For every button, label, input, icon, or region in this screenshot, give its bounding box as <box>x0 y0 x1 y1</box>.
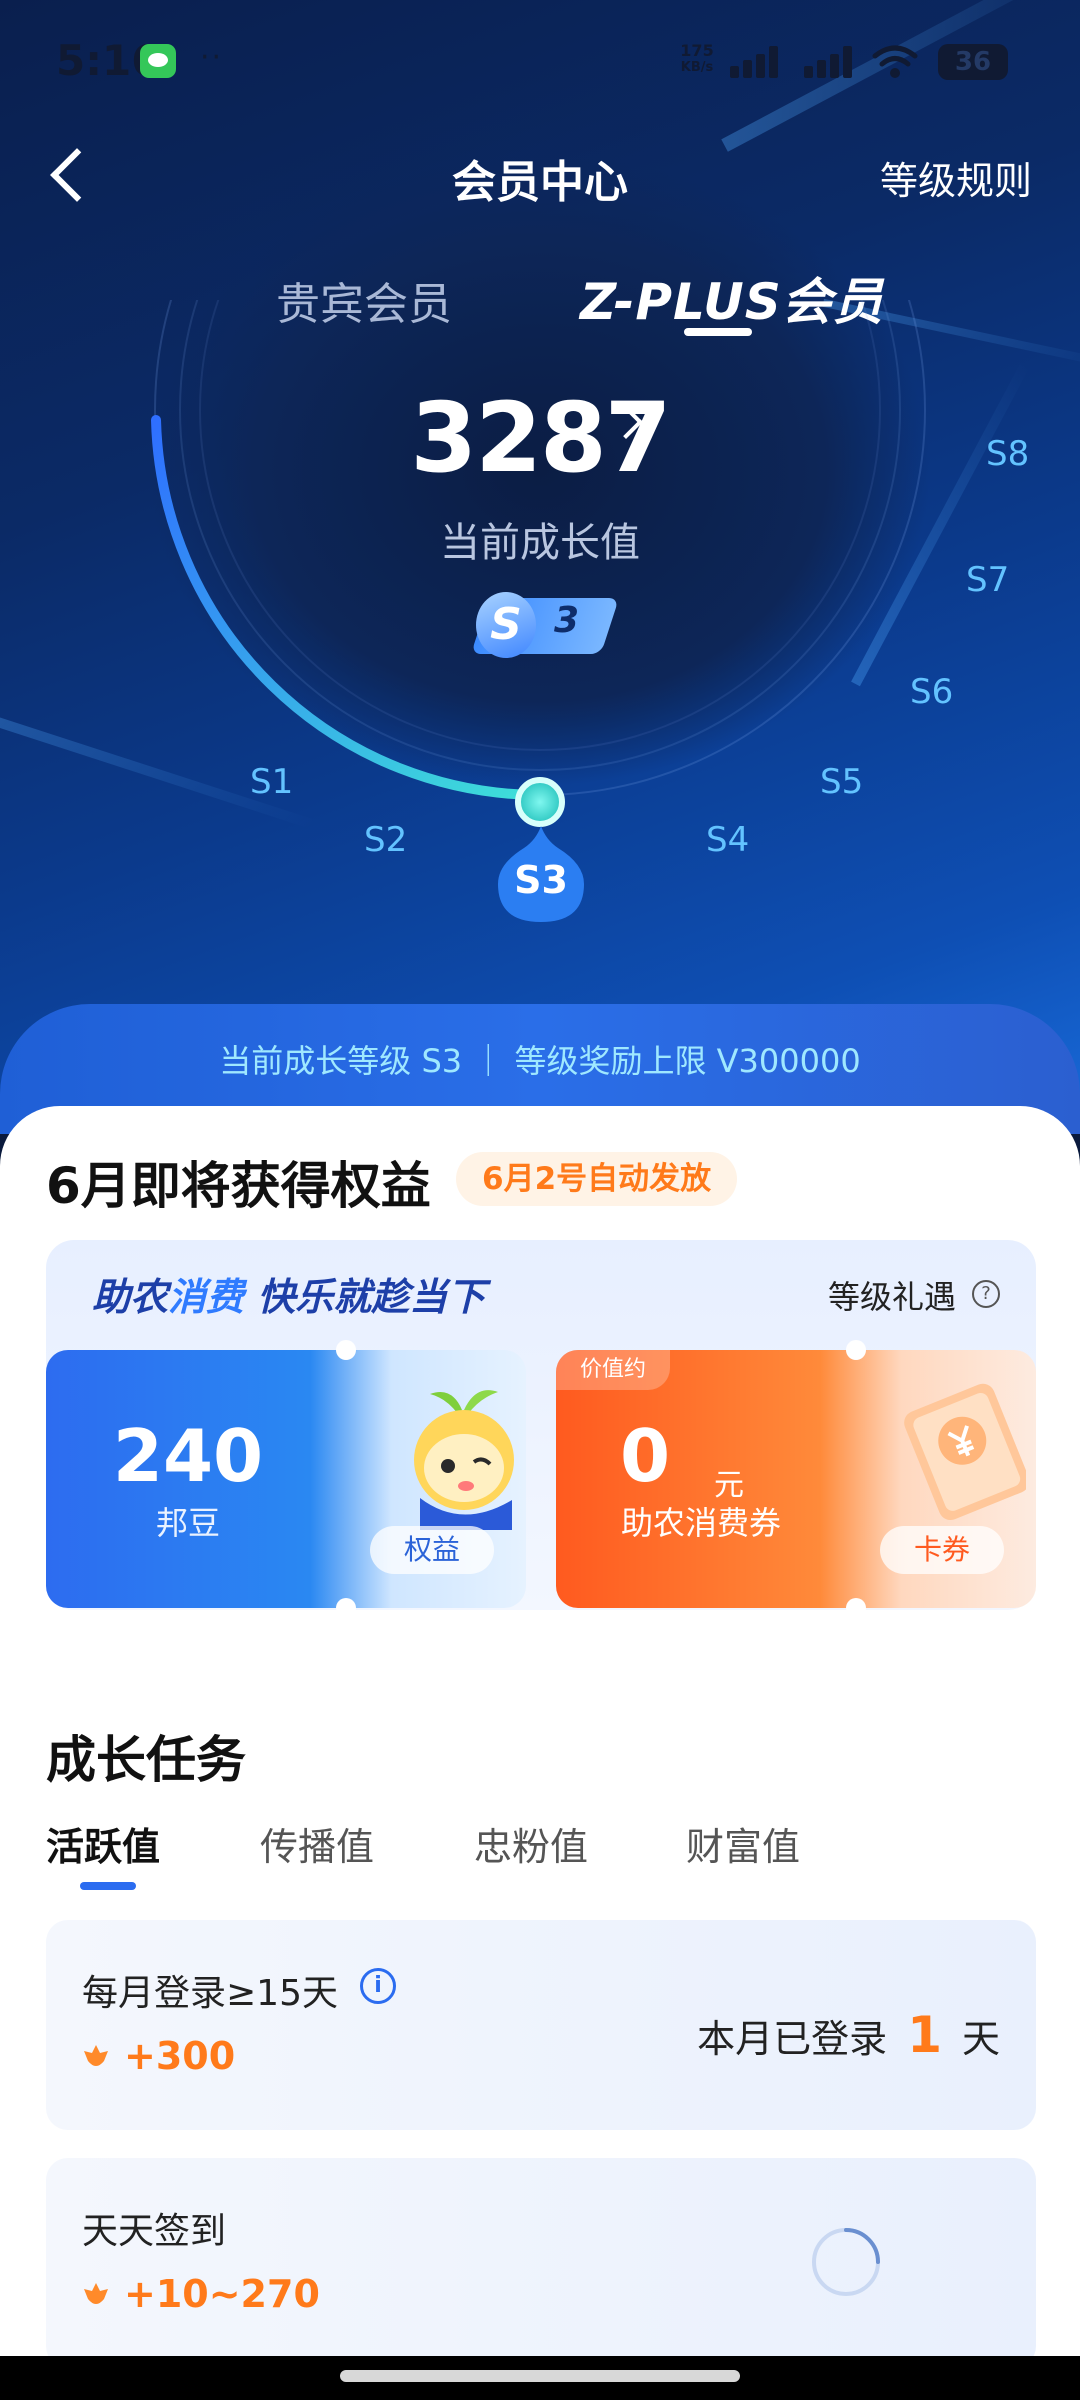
network-speed: 175 KB/s <box>672 42 722 76</box>
beans-value: 240 <box>112 1414 264 1498</box>
task-tab-indicator <box>80 1882 136 1890</box>
slogan-part1: 助农 <box>92 1275 169 1319</box>
level-tick-s8: S8 <box>986 434 1030 474</box>
card-notch <box>846 1598 866 1618</box>
level-rules-link[interactable]: 等级规则 <box>880 150 1032 205</box>
card-notch <box>846 1340 866 1360</box>
growth-tasks-title: 成长任务 <box>46 1731 246 1789</box>
loading-spinner-icon <box>812 2228 880 2296</box>
card-notch <box>336 1598 356 1618</box>
level-tick-s7: S7 <box>966 560 1010 600</box>
status-more-dots: ·· <box>200 40 224 75</box>
task-name: 每月登录≥15天 <box>82 1973 338 2014</box>
gauge-current-dot <box>515 777 565 827</box>
info-circle-icon[interactable]: i <box>360 1968 396 2004</box>
login-status: 本月已登录 1 天 <box>697 2006 1000 2064</box>
card-notch <box>336 1340 356 1360</box>
top-nav: 会员中心 等级规则 <box>0 130 1080 220</box>
level-info-text: 当前成长等级 S3 ｜ 等级奖励上限 V300000 <box>219 1042 861 1080</box>
wifi-icon <box>872 45 918 78</box>
tab-loyalty[interactable]: 忠粉值 <box>474 1816 588 1871</box>
home-indicator[interactable] <box>340 2370 740 2382</box>
level-badge-number: 3 <box>554 600 580 641</box>
task-reward: +300 <box>80 2034 235 2078</box>
level-tick-s4: S4 <box>706 820 750 860</box>
promo-slogan: 助农消费 快乐就趁当下 <box>92 1266 485 1321</box>
slogan-highlight: 消费 <box>168 1275 245 1319</box>
beans-rights-button[interactable]: 权益 <box>370 1526 495 1574</box>
login-status-prefix: 本月已登录 <box>697 2017 888 2061</box>
status-bar: 5:16 ·· 175 KB/s 36 <box>0 0 1080 120</box>
slogan-part2: 快乐就趁当下 <box>244 1275 486 1319</box>
growth-value[interactable]: 3287 <box>0 382 1080 494</box>
beans-unit: 邦豆 <box>155 1504 220 1542</box>
login-days-count: 1 <box>907 2006 942 2064</box>
battery-icon: 36 <box>938 44 1008 80</box>
task-reward: +10~270 <box>80 2272 320 2316</box>
login-status-suffix: 天 <box>961 2017 1000 2061</box>
signal-icon <box>804 46 858 78</box>
help-circle-icon[interactable]: ? <box>972 1280 1000 1308</box>
signal-icon <box>730 46 784 78</box>
rights-title: 6月即将获得权益 <box>46 1157 431 1215</box>
tab-wealth[interactable]: 财富值 <box>686 1816 800 1871</box>
message-app-icon <box>140 44 176 78</box>
flower-icon <box>84 2045 108 2066</box>
voucher-button[interactable]: 卡券 <box>880 1526 1005 1574</box>
level-tick-s6: S6 <box>910 672 954 712</box>
task-reward-value: +10~270 <box>124 2272 320 2316</box>
auto-issue-tag: 6月2号自动发放 <box>456 1152 738 1206</box>
level-tick-s5: S5 <box>820 762 864 802</box>
network-speed-unit: KB/s <box>680 60 714 75</box>
level-tick-s2: S2 <box>364 820 408 860</box>
flower-icon <box>84 2283 108 2304</box>
network-speed-value: 175 <box>680 41 714 60</box>
voucher-ticket-illustration <box>904 1383 1026 1521</box>
current-level-pin-label: S3 <box>514 858 568 902</box>
task-reward-value: +300 <box>124 2034 236 2078</box>
voucher-value: 0 <box>620 1414 671 1498</box>
level-badge-letter: S <box>476 592 536 658</box>
task-name: 天天签到 <box>82 2211 227 2252</box>
voucher-label: 助农消费券 <box>620 1504 781 1542</box>
tab-activity[interactable]: 活跃值 <box>46 1816 160 1871</box>
mascot-illustration <box>414 1390 514 1530</box>
level-tick-s1: S1 <box>250 762 294 802</box>
tab-spread[interactable]: 传播值 <box>260 1816 374 1871</box>
voucher-value-tag: 价值约 <box>556 1350 671 1390</box>
task-card-daily-checkin <box>46 2158 1036 2368</box>
level-gift-link[interactable]: 等级礼遇 <box>828 1272 956 1318</box>
growth-label: 当前成长值 <box>440 520 640 566</box>
